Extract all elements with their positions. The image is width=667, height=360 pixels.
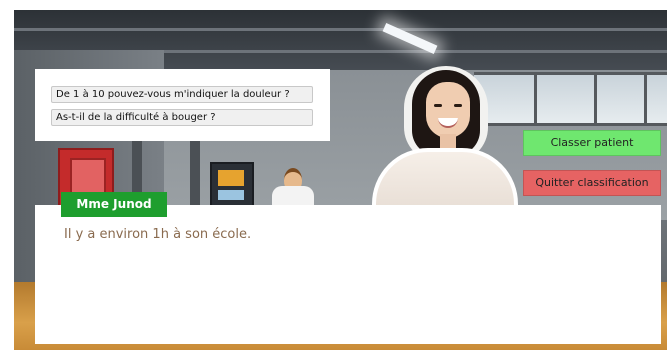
- window-strip: [474, 72, 667, 126]
- ceiling-beam: [14, 28, 667, 31]
- dialog-box: [35, 205, 661, 344]
- classify-patient-button[interactable]: Classer patient: [523, 130, 661, 156]
- nurse-face: [426, 82, 470, 138]
- speaker-name-tag: Mme Junod: [61, 192, 167, 217]
- window-mullion: [594, 72, 597, 126]
- window-mullion: [644, 72, 647, 126]
- window-mullion: [534, 72, 537, 126]
- quit-classification-button[interactable]: Quitter classification: [523, 170, 661, 196]
- question-mobility-button[interactable]: As-t-il de la difficulté à bouger ?: [51, 109, 313, 126]
- dialog-text: Il y a environ 1h à son école.: [64, 227, 252, 242]
- question-panel: De 1 à 10 pouvez-vous m'indiquer la doul…: [35, 69, 330, 141]
- question-pain-scale-button[interactable]: De 1 à 10 pouvez-vous m'indiquer la doul…: [51, 86, 313, 103]
